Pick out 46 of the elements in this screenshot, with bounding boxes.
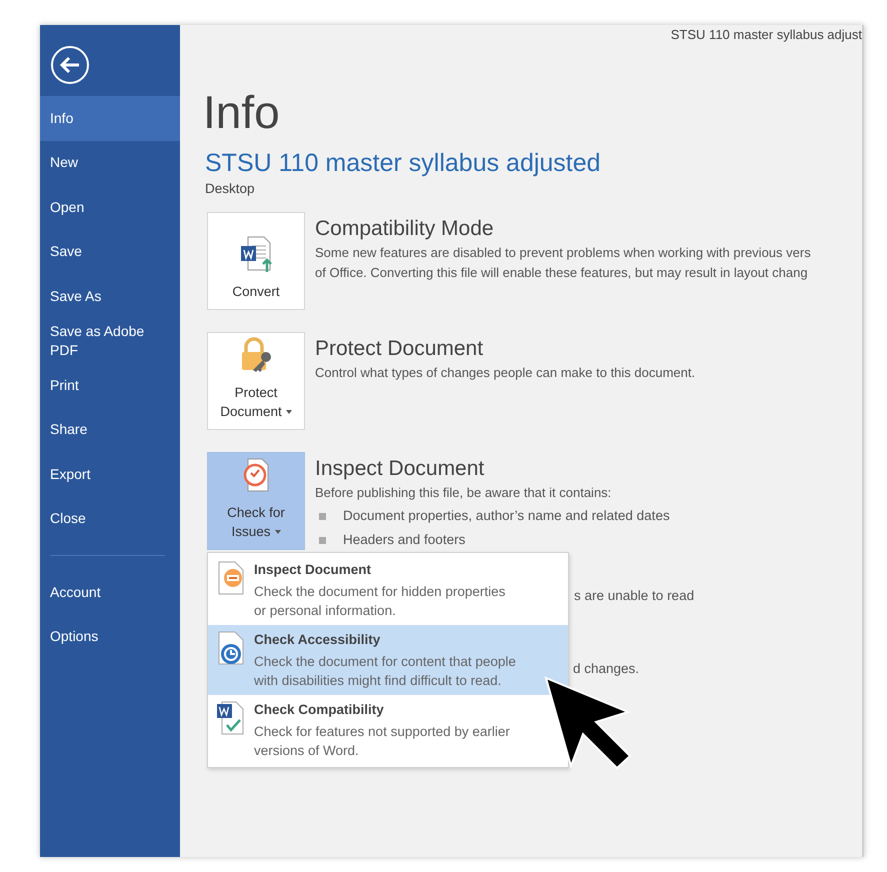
section-description: Control what types of changes people can make to this document. [315,364,696,382]
sidebar-item[interactable]: Save as Adobe PDF [40,318,180,363]
document-location: Desktop [205,181,256,196]
menu-item-description: Check for features not supported by earlier versions of Word. [254,723,510,760]
sidebar-item[interactable]: New [40,140,180,185]
page-heading: Info [203,86,281,138]
bullet-text: Document properties, author’s name and related dates [343,507,670,525]
section-description: d changes. [573,660,640,678]
bullet-icon [319,536,326,544]
section-description: of Office. Converting this file will enable these features, but may result in layout chang [315,264,809,282]
section-title: Protect Document [315,336,484,362]
window-title: STSU 110 master syllabus adjust [670,26,862,42]
accessibility-document-icon [216,630,246,666]
sidebar-item[interactable]: Print [40,363,180,408]
back-button[interactable] [50,45,90,85]
menu-item[interactable]: Check Accessibility Check the document for content that people with disabilities might find difficult to read. [208,625,568,695]
menu-item-title: Check Accessibility [254,631,382,649]
document-name: STSU 110 master syllabus adjusted [205,148,602,178]
sidebar-item[interactable]: Info [40,96,180,140]
section-title: Inspect Document [315,456,486,482]
caret-icon [274,530,281,534]
sidebar-item[interactable]: Account [40,570,180,614]
sidebar-item[interactable]: Close [40,496,180,541]
sidebar-item[interactable]: Options [40,614,180,659]
sidebar-item[interactable]: Save As [40,274,180,318]
inspect-document-icon [216,560,246,596]
menu-item-title: Check Compatibility [254,701,385,719]
sidebar-item[interactable]: Share [40,408,180,452]
sidebar-item[interactable]: Save [40,230,180,274]
section-description: s are unable to read [574,587,694,605]
section-description: Before publishing this file, be aware that it contains: [315,484,612,502]
sidebar-item[interactable]: Export [40,452,180,496]
sidebar-item[interactable]: Open [40,185,180,230]
section-description: Some new features are disabled to prevent problems when working with previous vers [315,244,811,262]
bullet-text: Headers and footers [343,531,466,549]
caret-icon [286,410,292,414]
menu-item-description: Check the document for hidden properties or personal information. [254,583,506,620]
inspect-button[interactable]: Check for Issues [207,452,305,550]
section-title: Compatibility Mode [315,216,495,242]
protect-button[interactable]: Protect Document [207,332,305,430]
bullet-icon [319,512,326,520]
menu-item-description: Check the document for content that people with disabilities might find difficult to read. [254,653,516,690]
menu-item-title: Inspect Document [254,561,372,579]
convert-button[interactable]: Convert [207,212,305,310]
word-check-icon [216,700,246,736]
menu-item[interactable]: Inspect Document Check the document for hidden properties or personal information. [208,555,568,625]
